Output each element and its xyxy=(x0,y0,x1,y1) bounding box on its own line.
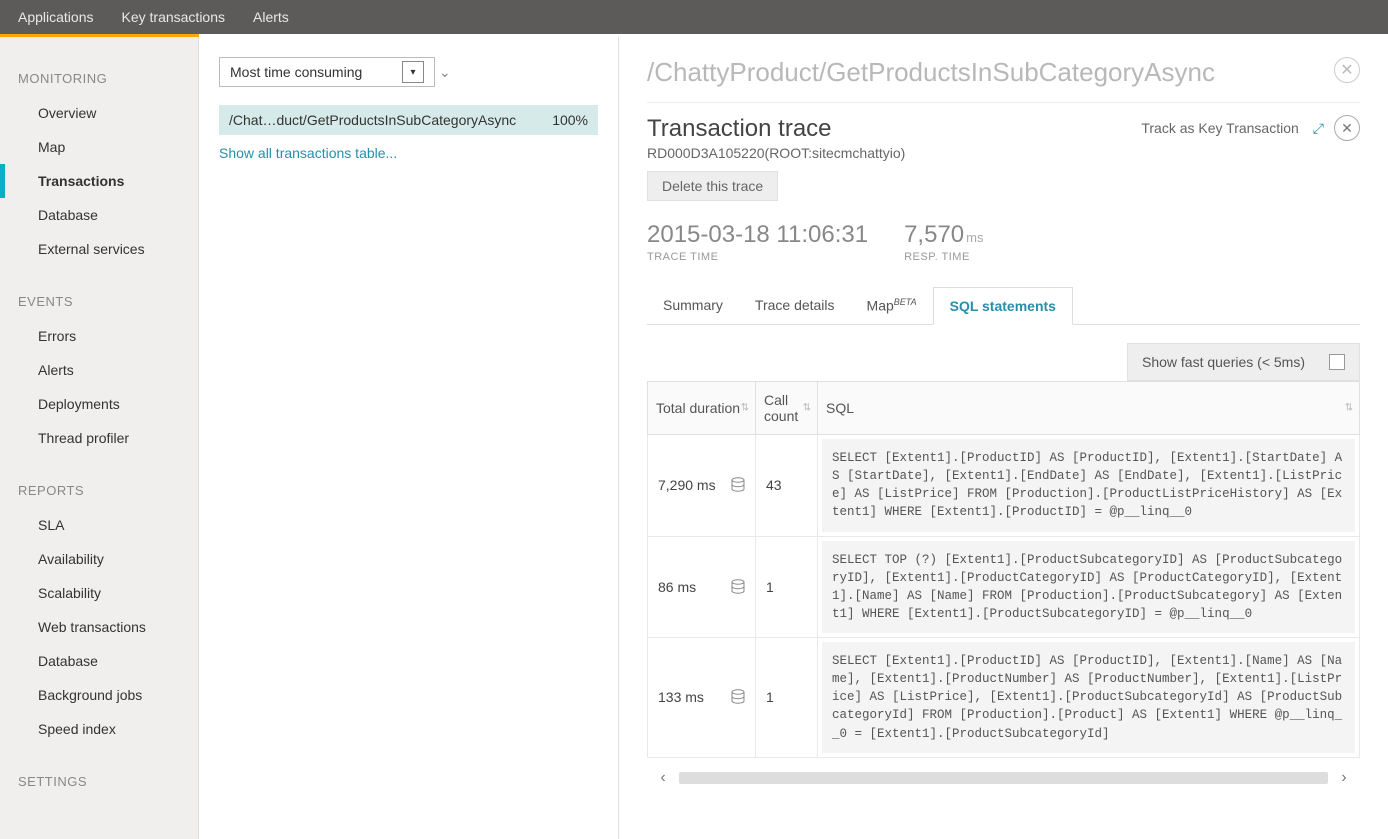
transaction-name: /Chat…duct/GetProductsInSubCategoryAsync xyxy=(229,112,516,128)
nav-key-transactions[interactable]: Key transactions xyxy=(108,1,240,33)
tab-map[interactable]: MapBETA xyxy=(851,287,933,324)
fast-queries-label: Show fast queries (< 5ms) xyxy=(1142,354,1305,370)
sidebar-item-speed-index[interactable]: Speed index xyxy=(0,712,198,746)
breadcrumb: /ChattyProduct/GetProductsInSubCategoryA… xyxy=(647,57,1360,88)
delete-trace-button[interactable]: Delete this trace xyxy=(647,171,778,201)
sort-icon: ⇅ xyxy=(803,403,811,414)
sidebar-item-availability[interactable]: Availability xyxy=(0,542,198,576)
col-call-count[interactable]: Call count ⇅ xyxy=(756,382,818,435)
sidebar-item-overview[interactable]: Overview xyxy=(0,96,198,130)
cell-duration: 86 ms xyxy=(658,579,696,595)
checkbox-icon[interactable] xyxy=(1329,354,1345,370)
trace-tabs: Summary Trace details MapBETA SQL statem… xyxy=(647,287,1360,325)
trace-host: RD000D3A105220(ROOT:sitecmchattyio) xyxy=(647,145,905,161)
sidebar-section-events: EVENTS xyxy=(0,284,198,319)
fast-queries-toggle[interactable]: Show fast queries (< 5ms) xyxy=(1127,343,1360,381)
cell-duration: 7,290 ms xyxy=(658,477,716,493)
tab-trace-details[interactable]: Trace details xyxy=(739,287,851,324)
cell-count: 43 xyxy=(756,435,818,537)
sidebar-section-monitoring: MONITORING xyxy=(0,61,198,96)
resp-time-label: RESP. TIME xyxy=(904,251,983,263)
top-nav: Applications Key transactions Alerts xyxy=(0,0,1388,34)
sidebar-section-settings: SETTINGS xyxy=(0,764,198,799)
sidebar-item-scalability[interactable]: Scalability xyxy=(0,576,198,610)
col-sql[interactable]: SQL ⇅ xyxy=(818,382,1360,435)
cell-sql: SELECT [Extent1].[ProductID] AS [Product… xyxy=(822,439,1355,532)
horizontal-scrollbar[interactable]: ‹ › xyxy=(647,768,1360,788)
sidebar-item-sla[interactable]: SLA xyxy=(0,508,198,542)
sidebar-item-background-jobs[interactable]: Background jobs xyxy=(0,678,198,712)
nav-applications[interactable]: Applications xyxy=(4,1,108,33)
close-icon[interactable]: ✕ xyxy=(1334,57,1360,83)
chevron-down-icon[interactable]: ⌄ xyxy=(439,64,451,81)
transaction-pct: 100% xyxy=(552,112,588,128)
sql-row[interactable]: 133 ms 1 SELECT [Extent1].[ProductID] AS… xyxy=(648,638,1360,758)
chevron-left-icon[interactable]: ‹ xyxy=(647,768,679,788)
sidebar-item-web-transactions[interactable]: Web transactions xyxy=(0,610,198,644)
resp-time-value: 7,570ms xyxy=(904,221,983,249)
show-all-transactions-link[interactable]: Show all transactions table... xyxy=(219,145,397,161)
sidebar-item-deployments[interactable]: Deployments xyxy=(0,387,198,421)
close-icon[interactable]: ✕ xyxy=(1334,115,1360,141)
tab-sql-statements[interactable]: SQL statements xyxy=(933,287,1073,325)
cell-sql: SELECT TOP (?) [Extent1].[ProductSubcate… xyxy=(822,541,1355,634)
sidebar-section-reports: REPORTS xyxy=(0,473,198,508)
sql-row[interactable]: 86 ms 1 SELECT TOP (?) [Extent1].[Produc… xyxy=(648,536,1360,638)
cell-sql: SELECT [Extent1].[ProductID] AS [Product… xyxy=(822,642,1355,753)
sql-row[interactable]: 7,290 ms 43 SELECT [Extent1].[ProductID]… xyxy=(648,435,1360,537)
beta-badge: BETA xyxy=(894,297,917,307)
cell-duration: 133 ms xyxy=(658,689,704,705)
sidebar-item-alerts[interactable]: Alerts xyxy=(0,353,198,387)
trace-title: Transaction trace xyxy=(647,115,905,143)
chevron-right-icon[interactable]: › xyxy=(1328,768,1360,788)
database-icon xyxy=(731,579,745,595)
expand-icon[interactable]: ⤢ xyxy=(1313,120,1324,137)
sidebar-item-map[interactable]: Map xyxy=(0,130,198,164)
trace-time-value: 2015-03-18 11:06:31 xyxy=(647,221,868,249)
sidebar-item-thread-profiler[interactable]: Thread profiler xyxy=(0,421,198,455)
transactions-column: Most time consuming ▾ ⌄ /Chat…duct/GetPr… xyxy=(199,37,619,839)
sidebar-item-errors[interactable]: Errors xyxy=(0,319,198,353)
sort-icon: ⇅ xyxy=(741,403,749,414)
sort-select[interactable]: Most time consuming ▾ xyxy=(219,57,435,87)
database-icon xyxy=(731,689,745,705)
col-total-duration[interactable]: Total duration ⇅ xyxy=(648,382,756,435)
tab-summary[interactable]: Summary xyxy=(647,287,739,324)
sidebar-item-transactions[interactable]: Transactions xyxy=(0,164,198,198)
cell-count: 1 xyxy=(756,638,818,758)
sidebar-item-database-report[interactable]: Database xyxy=(0,644,198,678)
sql-table: Total duration ⇅ Call count ⇅ SQL ⇅ xyxy=(647,381,1360,758)
sidebar: MONITORING Overview Map Transactions Dat… xyxy=(0,37,199,839)
sort-select-label: Most time consuming xyxy=(230,64,362,80)
transaction-row[interactable]: /Chat…duct/GetProductsInSubCategoryAsync… xyxy=(219,105,598,135)
sidebar-item-database[interactable]: Database xyxy=(0,198,198,232)
database-icon xyxy=(731,477,745,493)
nav-alerts[interactable]: Alerts xyxy=(239,1,303,33)
sort-icon: ⇅ xyxy=(1345,403,1353,414)
scroll-track[interactable] xyxy=(679,772,1328,784)
sidebar-item-external-services[interactable]: External services xyxy=(0,232,198,266)
track-key-transaction-link[interactable]: Track as Key Transaction xyxy=(1141,120,1298,136)
trace-time-label: TRACE TIME xyxy=(647,251,868,263)
chevron-down-icon: ▾ xyxy=(402,61,424,83)
trace-detail-panel: /ChattyProduct/GetProductsInSubCategoryA… xyxy=(619,37,1388,839)
cell-count: 1 xyxy=(756,536,818,638)
